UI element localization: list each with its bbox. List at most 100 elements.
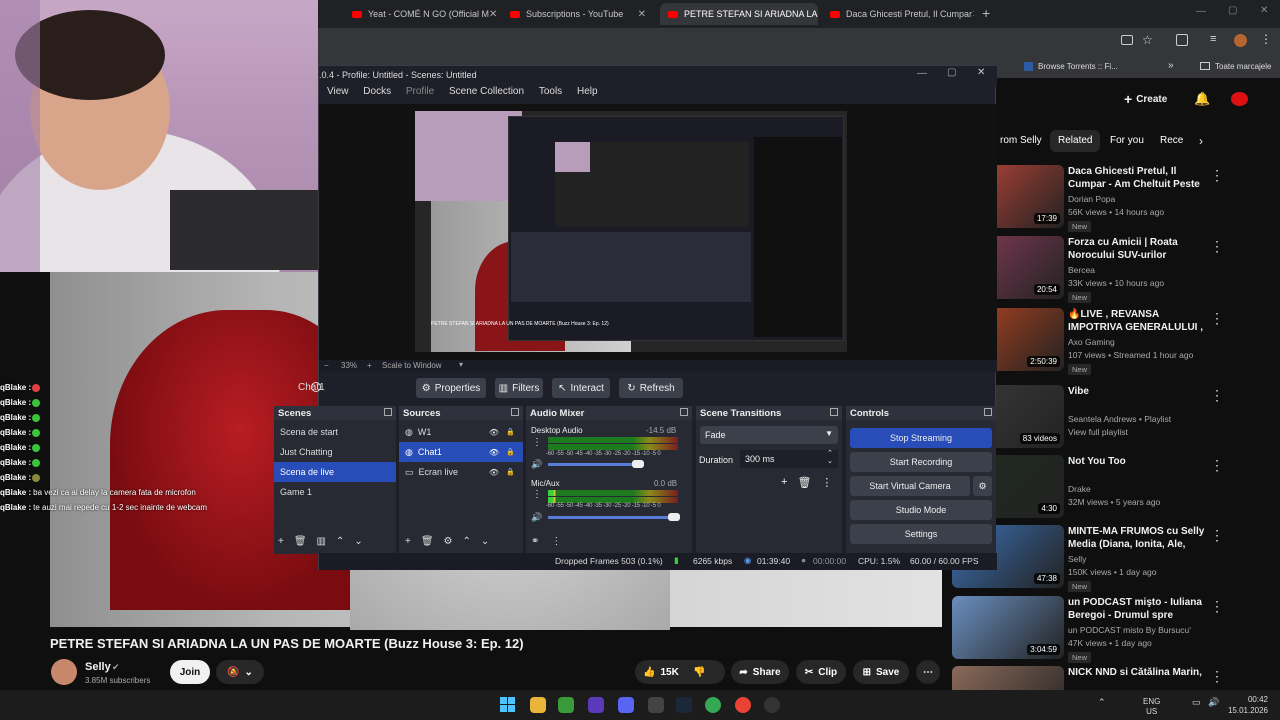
recommended-video[interactable]: 17:39 Daca Ghicesti Pretul, Il Cumpar - A… — [952, 165, 1272, 235]
lock-icon[interactable]: 🔒 — [506, 468, 515, 476]
more-options-icon[interactable]: ⋮ — [1210, 387, 1224, 404]
tab-0[interactable]: Yeat - COMÉ N GO (Official M ✕ — [344, 3, 496, 25]
video-channel[interactable]: Bercea — [1068, 265, 1095, 275]
profile-avatar[interactable] — [1234, 34, 1247, 47]
more-options-icon[interactable]: ⋮ — [1210, 167, 1224, 184]
channel-menu-icon[interactable]: ⋮ — [532, 437, 542, 448]
zoom-in-icon[interactable]: + — [367, 361, 372, 370]
more-actions-icon[interactable]: ⋯ — [916, 660, 940, 684]
chip-recent[interactable]: Rece — [1152, 130, 1184, 152]
filters-button[interactable]: ▥ Filters — [495, 378, 543, 398]
video-channel[interactable]: un PODCAST misto By Bursucu' — [1068, 625, 1191, 635]
chevron-right-icon[interactable]: › — [1199, 134, 1203, 148]
recommended-video[interactable]: 83 videos Vibe Seantela Andrews • Playlist… — [952, 385, 1272, 455]
new-tab-icon[interactable]: + — [982, 5, 990, 21]
scene-item[interactable]: Just Chatting — [274, 442, 396, 462]
more-options-icon[interactable]: ⋮ — [1210, 527, 1224, 544]
dock-float-icon[interactable] — [830, 408, 838, 416]
account-avatar[interactable] — [1231, 92, 1248, 106]
recommended-video[interactable]: 47:38 MINTE-MA FRUMOS cu Selly Media (Dia… — [952, 525, 1272, 595]
source-item[interactable]: ◍ Chat1 👁 🔒 — [399, 442, 523, 462]
chrome-icon[interactable] — [735, 697, 751, 713]
video-title[interactable]: MINTE-MA FRUMOS cu Selly Media (Diana, I… — [1068, 525, 1208, 552]
channel-menu-icon[interactable]: ⋮ — [532, 489, 542, 500]
tab-1[interactable]: Subscriptions - YouTube ✕ — [502, 3, 654, 25]
scale-mode-select[interactable]: Scale to Window — [382, 361, 442, 370]
filter-icon[interactable]: ▥ — [317, 536, 326, 547]
clip-button[interactable]: ✂ Clip — [796, 660, 846, 684]
maximize-icon[interactable]: ▢ — [947, 67, 956, 78]
minimize-icon[interactable]: — — [917, 68, 927, 79]
trash-icon[interactable]: 🗑 — [797, 476, 811, 489]
menu-docks[interactable]: Docks — [363, 86, 391, 97]
menu-scene-collection[interactable]: Scene Collection — [449, 86, 524, 97]
refresh-button[interactable]: ↻ Refresh — [619, 378, 683, 398]
dislike-icon[interactable]: 👎 — [693, 667, 705, 678]
extensions-icon[interactable] — [1176, 34, 1188, 46]
share-button[interactable]: ➦ Share — [731, 660, 789, 684]
up-icon[interactable]: ⌃ — [336, 536, 344, 547]
video-title[interactable]: Not You Too — [1068, 455, 1208, 468]
source-item[interactable]: ▭ Ecran live 👁 🔒 — [399, 462, 523, 482]
video-title[interactable]: Forza cu Amicii | Roata Norocului SUV-ur… — [1068, 236, 1208, 262]
start-virtual-camera-button[interactable]: Start Virtual Camera — [850, 476, 970, 496]
start-recording-button[interactable]: Start Recording — [850, 452, 992, 472]
more-options-icon[interactable]: ⋮ — [1210, 238, 1224, 255]
video-title[interactable]: Vibe — [1068, 385, 1208, 398]
close-icon[interactable]: ✕ — [638, 9, 646, 20]
more-options-icon[interactable]: ⋮ — [1210, 598, 1224, 615]
clock[interactable]: 00:42 15.01.2026 — [1218, 694, 1268, 716]
file-explorer-icon[interactable] — [530, 697, 546, 713]
bookmark-item[interactable]: Browse Torrents :: Fi... — [1038, 62, 1118, 71]
epic-games-icon[interactable] — [648, 697, 664, 713]
cast-icon[interactable] — [1121, 35, 1133, 45]
scene-item[interactable]: Scena de start — [274, 422, 396, 442]
menu-icon[interactable]: ⋮ — [1260, 32, 1272, 46]
chevron-down-icon[interactable]: ▾ — [459, 360, 463, 369]
add-icon[interactable]: + — [405, 536, 411, 547]
link-icon[interactable]: ⚭ — [531, 536, 539, 547]
display-icon[interactable]: ▭ — [1192, 697, 1201, 708]
up-icon[interactable]: ⌃ — [463, 536, 471, 547]
channel-name[interactable]: Selly — [85, 661, 111, 673]
interact-button[interactable]: ↖ Interact — [552, 378, 610, 398]
virtual-camera-settings-icon[interactable]: ⚙ — [973, 476, 992, 496]
stepper-icon[interactable]: ⌃ ⌄ — [827, 450, 833, 466]
minimize-icon[interactable]: — — [1196, 6, 1206, 17]
tab-2[interactable]: PETRE STEFAN SI ARIADNA LA✕ — [660, 3, 818, 25]
dock-float-icon[interactable] — [384, 408, 392, 416]
like-button[interactable]: 👍 15K 👎 — [635, 660, 725, 684]
down-icon[interactable]: ⌄ — [481, 536, 489, 547]
properties-button[interactable]: ⚙ Properties — [416, 378, 486, 398]
close-icon[interactable]: ✕ — [489, 9, 496, 20]
trash-icon[interactable]: 🗑 — [421, 536, 434, 547]
subscribed-button[interactable]: 🔕 ⌄ — [216, 660, 264, 684]
tab-3[interactable]: Daca Ghicesti Pretul, Il Cumpar✕ — [822, 3, 974, 25]
recommended-video[interactable]: 3:04:59 un PODCAST mişto - Iuliana Berego… — [952, 596, 1272, 666]
lock-icon[interactable]: 🔒 — [506, 428, 515, 436]
visibility-icon[interactable]: 👁 — [489, 468, 499, 477]
notifications-icon[interactable]: 🔔 — [1194, 91, 1210, 107]
settings-button[interactable]: Settings — [850, 524, 992, 544]
save-button[interactable]: ⊞ Save — [853, 660, 909, 684]
video-channel[interactable]: Selly — [1068, 554, 1086, 564]
lock-icon[interactable]: 🔒 — [506, 448, 515, 456]
video-title[interactable]: 🔥LIVE , REVANSA IMPOTRIVA GENERALULUI , … — [1068, 308, 1208, 335]
chevron-right-icon[interactable]: » — [1168, 60, 1174, 71]
zoom-out-icon[interactable]: − — [324, 361, 329, 370]
close-icon[interactable]: ✕ — [977, 67, 985, 78]
discord-icon[interactable] — [618, 697, 634, 713]
more-options-icon[interactable]: ⋮ — [1210, 310, 1224, 327]
duration-input[interactable]: 300 ms ⌃ ⌄ — [740, 450, 838, 468]
menu-profile[interactable]: Profile — [406, 86, 434, 97]
visibility-icon[interactable]: 👁 — [489, 448, 499, 457]
stop-streaming-button[interactable]: Stop Streaming — [850, 428, 992, 448]
app-icon[interactable] — [588, 697, 604, 713]
menu-tools[interactable]: Tools — [539, 86, 562, 97]
dock-float-icon[interactable] — [680, 408, 688, 416]
create-button[interactable]: + Create — [1124, 89, 1180, 109]
obs-preview[interactable]: PETRE STEFAN SI ARIADNA LA UN PAS DE MOA… — [319, 104, 997, 360]
video-title[interactable]: Daca Ghicesti Pretul, Il Cumpar - Am Che… — [1068, 165, 1208, 192]
video-channel[interactable]: Dorian Popa — [1068, 194, 1115, 204]
video-channel[interactable]: Seantela Andrews • Playlist — [1068, 414, 1171, 424]
